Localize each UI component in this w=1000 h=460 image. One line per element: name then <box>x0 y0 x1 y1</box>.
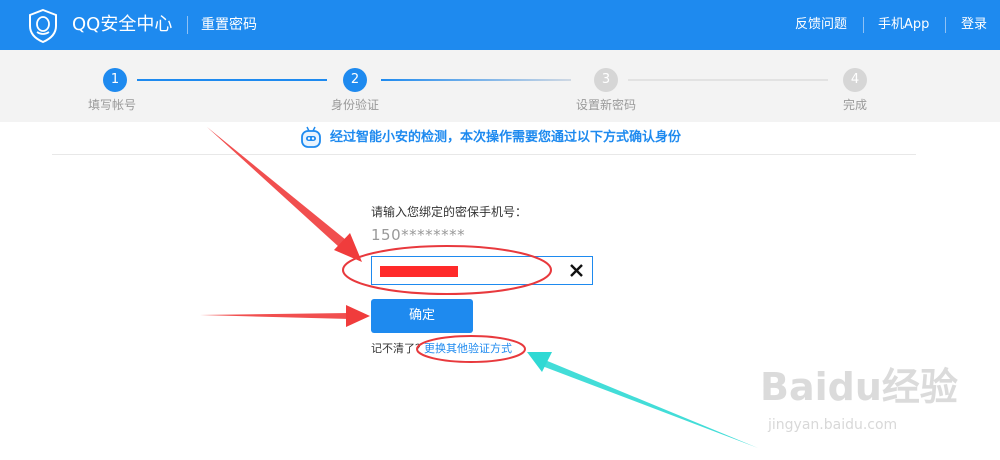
step-3-label: 设置新密码 <box>576 98 637 112</box>
redacted-input-value <box>380 266 458 277</box>
top-header: QQ安全中心 重置密码 反馈问题 手机App 登录 <box>0 0 1000 50</box>
step-3-circle: 3 <box>594 68 618 92</box>
forgot-text: 记不清了？ <box>371 342 426 355</box>
page-subtitle: 重置密码 <box>201 17 257 33</box>
change-verification-method-link[interactable]: 更换其他验证方式 <box>424 341 512 357</box>
step-connector <box>137 79 327 81</box>
step-4-label: 完成 <box>843 98 868 112</box>
nav-login-link[interactable]: 登录 <box>961 15 987 35</box>
phone-number-input[interactable] <box>371 256 593 285</box>
nav-separator <box>863 17 864 33</box>
step-1-label: 填写帐号 <box>88 98 137 112</box>
nav-mobile-app-link[interactable]: 手机App <box>878 15 929 35</box>
robot-icon <box>301 126 321 148</box>
watermark-url: jingyan.baidu.com <box>768 417 898 433</box>
cyan-arrow-to-link <box>527 352 758 448</box>
masked-phone-number: 150******** <box>371 226 466 244</box>
step-connector <box>381 79 571 81</box>
step-2-circle: 2 <box>343 68 367 92</box>
red-arrow-to-button <box>200 305 370 327</box>
step-2-label: 身份验证 <box>331 98 380 112</box>
progress-stepper: 1 2 3 4 填写帐号 身份验证 设置新密码 完成 <box>0 50 1000 122</box>
close-icon[interactable] <box>568 262 585 279</box>
verification-notice: 经过智能小安的检测，本次操作需要您通过以下方式确认身份 <box>330 130 682 145</box>
confirm-button[interactable]: 确定 <box>371 299 473 333</box>
step-4-circle: 4 <box>843 68 867 92</box>
phone-prompt-label: 请输入您绑定的密保手机号： <box>371 205 528 219</box>
nav-feedback-link[interactable]: 反馈问题 <box>795 15 847 35</box>
step-connector <box>628 79 828 81</box>
brand-title[interactable]: QQ安全中心 <box>72 12 172 38</box>
step-1-circle: 1 <box>103 68 127 92</box>
nav-separator <box>945 17 946 33</box>
baidu-watermark: Baidu经验 <box>760 365 958 409</box>
header-divider <box>187 16 188 34</box>
qq-security-shield-icon <box>29 9 57 43</box>
section-divider <box>52 154 916 155</box>
red-arrow-to-input <box>207 127 362 262</box>
